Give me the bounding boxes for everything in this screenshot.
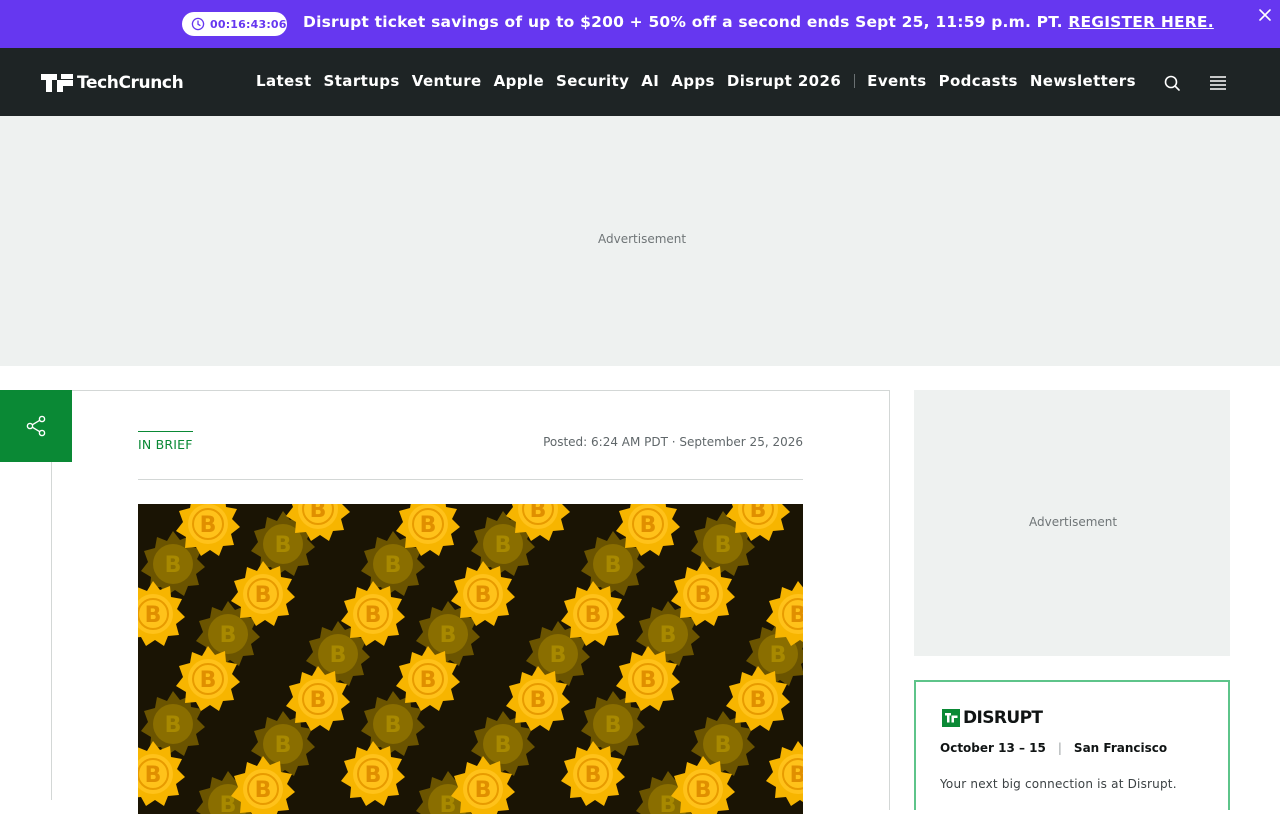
disrupt-event-card[interactable]: DISRUPT October 13 – 15 | San Francisco … (914, 680, 1230, 810)
close-icon[interactable] (1257, 7, 1273, 23)
search-icon[interactable] (1162, 73, 1182, 93)
promo-message: Disrupt ticket savings of up to $200 + 5… (303, 13, 1214, 31)
disrupt-wordmark: DISRUPT (963, 708, 1043, 728)
article-card: IN BRIEF Posted: 6:24 AM PDT · September… (72, 390, 890, 814)
nav-divider (854, 74, 856, 88)
nav-link-podcasts[interactable]: Podcasts (939, 72, 1018, 90)
countdown-timer: 00:16:43:06 (182, 12, 287, 36)
nav-link-newsletters[interactable]: Newsletters (1030, 72, 1136, 90)
nav-link-apple[interactable]: Apple (494, 72, 544, 90)
share-button[interactable] (0, 390, 72, 462)
main-navigation: TechCrunch Latest Startups Venture Apple… (0, 48, 1280, 116)
countdown-text: 00:16:43:06 (210, 17, 287, 31)
bitcoin-pattern-image: B B (138, 504, 803, 814)
article-hero-image: B B (138, 504, 803, 814)
disrupt-logo: DISRUPT (942, 708, 1043, 728)
event-info-divider: | (1057, 741, 1062, 755)
nav-link-ai[interactable]: AI (641, 72, 659, 90)
register-link[interactable]: REGISTER HERE. (1068, 13, 1213, 31)
posted-date: Posted: 6:24 AM PDT · September 25, 2026 (543, 435, 803, 449)
event-location: San Francisco (1073, 741, 1168, 755)
category-label[interactable]: IN BRIEF (138, 431, 193, 452)
techcrunch-logo[interactable]: TechCrunch (41, 73, 184, 93)
logo-text: TechCrunch (77, 73, 184, 93)
menu-icon[interactable] (1208, 73, 1228, 93)
promo-banner: 00:16:43:06 Disrupt ticket savings of up… (0, 0, 1280, 48)
nav-link-latest[interactable]: Latest (256, 72, 312, 90)
sidebar-advertisement: Advertisement (914, 390, 1230, 656)
advertisement-label: Advertisement (1029, 515, 1118, 529)
event-dates: October 13 – 15 (940, 741, 1046, 755)
nav-link-security[interactable]: Security (556, 72, 629, 90)
nav-link-apps[interactable]: Apps (671, 72, 715, 90)
nav-link-events[interactable]: Events (867, 72, 926, 90)
event-tagline: Your next big connection is at Disrupt. (940, 777, 1177, 791)
nav-link-disrupt-2026[interactable]: Disrupt 2026 (727, 72, 841, 90)
promo-text: Disrupt ticket savings of up to $200 + 5… (303, 13, 1063, 31)
nav-link-venture[interactable]: Venture (412, 72, 482, 90)
nav-links: Latest Startups Venture Apple Security A… (256, 72, 1148, 90)
event-info: October 13 – 15 | San Francisco (940, 741, 1167, 755)
top-advertisement: Advertisement (0, 116, 1280, 366)
share-rail-line (51, 462, 52, 800)
article-divider (138, 479, 803, 480)
nav-link-startups[interactable]: Startups (324, 72, 400, 90)
clock-icon (191, 17, 205, 31)
share-icon (26, 415, 46, 437)
advertisement-label: Advertisement (598, 232, 687, 246)
tc-badge-icon (942, 709, 960, 727)
tc-logo-icon (41, 74, 73, 92)
